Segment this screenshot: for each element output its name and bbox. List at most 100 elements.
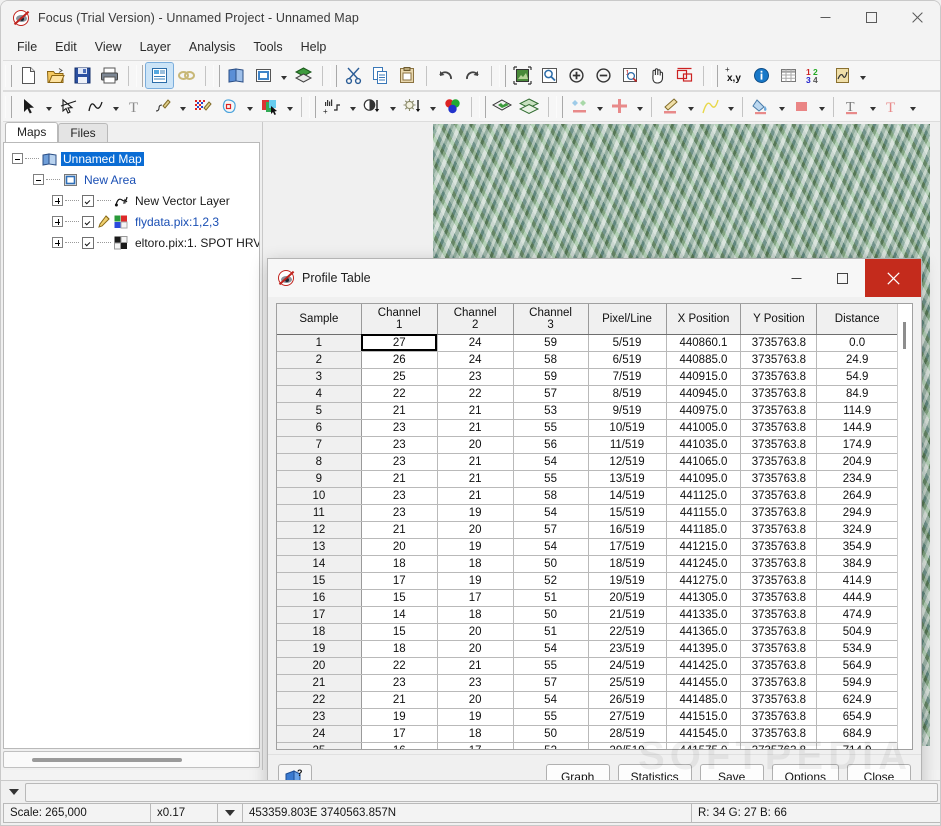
table-cell[interactable]: 3735763.8: [740, 623, 818, 641]
layers-icon[interactable]: [290, 63, 317, 88]
table-cell[interactable]: 21: [437, 470, 514, 488]
table-cell[interactable]: 25: [361, 368, 438, 386]
table-cell[interactable]: 234.9: [816, 470, 897, 488]
table-cell[interactable]: 12/519: [588, 453, 667, 471]
table-cell[interactable]: 384.9: [816, 555, 897, 573]
table-cell[interactable]: 21: [361, 402, 438, 420]
table-cell[interactable]: 21: [437, 487, 514, 505]
table-cell[interactable]: 16: [361, 742, 438, 749]
table-cell[interactable]: 324.9: [816, 521, 897, 539]
table-cell[interactable]: 440860.1: [666, 334, 742, 352]
table-cell[interactable]: 441575.0: [666, 742, 742, 749]
dialog-close-button[interactable]: [865, 259, 921, 297]
table-cell[interactable]: 23: [361, 453, 438, 471]
select-arrow-icon[interactable]: [15, 94, 42, 119]
table-cell[interactable]: 3735763.8: [740, 436, 818, 454]
table-row-header[interactable]: 18: [277, 623, 362, 641]
toolbar-grip[interactable]: [499, 64, 506, 87]
cut-icon[interactable]: [340, 63, 367, 88]
shape-select-icon[interactable]: [216, 94, 243, 119]
vertex-edit-icon[interactable]: [55, 94, 82, 119]
profile-table[interactable]: Sample Channel 1 Channel 2 Channel 3 Pix…: [277, 304, 897, 749]
map-vertical-scrollbar[interactable]: [930, 122, 940, 770]
table-row-header[interactable]: 19: [277, 640, 362, 658]
toolbar-grip[interactable]: [556, 95, 563, 118]
table-row-header[interactable]: 10: [277, 487, 362, 505]
maximize-button[interactable]: [848, 1, 894, 34]
table-cell[interactable]: 26/519: [588, 691, 667, 709]
table-cell[interactable]: 441005.0: [666, 419, 742, 437]
table-row-header[interactable]: 16: [277, 589, 362, 607]
link-icon[interactable]: [173, 63, 200, 88]
table-cell[interactable]: 20: [437, 640, 514, 658]
layer-visibility-checkbox[interactable]: [82, 215, 94, 228]
table-cell[interactable]: 114.9: [816, 402, 897, 420]
polyline-dropdown-arrow[interactable]: [109, 94, 122, 119]
table-cell[interactable]: 21: [437, 402, 514, 420]
scrollbar-thumb[interactable]: [903, 322, 906, 349]
histogram-dropdown-arrow[interactable]: [346, 94, 359, 119]
table-cell[interactable]: 3735763.8: [740, 504, 818, 522]
table-cell[interactable]: 440975.0: [666, 402, 742, 420]
table-cell[interactable]: 20: [437, 436, 514, 454]
status-zoom[interactable]: x0.17: [150, 803, 218, 823]
table-cell[interactable]: 441275.0: [666, 572, 742, 590]
table-cell[interactable]: 54.9: [816, 368, 897, 386]
table-cell[interactable]: 53: [513, 402, 589, 420]
table-cell[interactable]: 21: [361, 691, 438, 709]
symbol-style-dropdown-arrow[interactable]: [593, 94, 606, 119]
table-cell[interactable]: 16/519: [588, 521, 667, 539]
zoom-1to1-icon[interactable]: 1: [617, 63, 644, 88]
table-cell[interactable]: 29/519: [588, 742, 667, 749]
table-row[interactable]: 13 20 19 54 17/519 441215.0 3735763.8 354.9: [277, 538, 897, 556]
table-cell[interactable]: 414.9: [816, 572, 897, 590]
table-cell[interactable]: 441155.0: [666, 504, 742, 522]
table-row-header[interactable]: 8: [277, 453, 362, 471]
table-cell[interactable]: 21: [361, 470, 438, 488]
line-style-dropdown-arrow[interactable]: [684, 94, 697, 119]
table-cell[interactable]: 19: [437, 538, 514, 556]
table-row[interactable]: 19 18 20 54 23/519 441395.0 3735763.8 534.9: [277, 640, 897, 658]
column-header-pixel-line[interactable]: Pixel/Line: [588, 304, 667, 335]
table-cell[interactable]: 19: [361, 708, 438, 726]
table-cell[interactable]: 441305.0: [666, 589, 742, 607]
column-header-distance[interactable]: Distance: [816, 304, 897, 335]
toolbar-grip[interactable]: [711, 64, 718, 87]
layer-select-dropdown-arrow[interactable]: [283, 94, 296, 119]
table-cell[interactable]: 564.9: [816, 657, 897, 675]
table-cell[interactable]: 5/519: [588, 334, 667, 352]
table-cell[interactable]: 22: [361, 385, 438, 403]
histogram-icon[interactable]: +: [319, 94, 346, 119]
toolbar-grip[interactable]: [136, 64, 143, 87]
contrast-icon[interactable]: [359, 94, 386, 119]
table-cell[interactable]: 10/519: [588, 419, 667, 437]
open-folder-icon[interactable]: [42, 63, 69, 88]
table-cell[interactable]: 3735763.8: [740, 351, 818, 369]
curve-style-dropdown-arrow[interactable]: [724, 94, 737, 119]
table-cell[interactable]: 20/519: [588, 589, 667, 607]
table-cell[interactable]: 684.9: [816, 725, 897, 743]
brightness-dropdown-arrow[interactable]: [426, 94, 439, 119]
table-cell[interactable]: 28/519: [588, 725, 667, 743]
layer-select-icon[interactable]: [256, 94, 283, 119]
table-row-header[interactable]: 24: [277, 725, 362, 743]
table-row[interactable]: 24 17 18 50 28/519 441545.0 3735763.8 684.9: [277, 725, 897, 743]
menu-file[interactable]: File: [8, 37, 46, 57]
save-icon[interactable]: [69, 63, 96, 88]
table-row-header[interactable]: 20: [277, 657, 362, 675]
fit-window-icon[interactable]: [509, 63, 536, 88]
table-row-header[interactable]: 25: [277, 742, 362, 749]
table-cell[interactable]: 441365.0: [666, 623, 742, 641]
table-cell[interactable]: 714.9: [816, 742, 897, 749]
table-cell[interactable]: 22: [361, 657, 438, 675]
table-cell[interactable]: 654.9: [816, 708, 897, 726]
table-cell-selected[interactable]: 27: [361, 334, 438, 352]
dialog-minimize-button[interactable]: [773, 259, 819, 297]
column-header-channel-2[interactable]: Channel 2: [437, 304, 514, 335]
table-row-header[interactable]: 3: [277, 368, 362, 386]
table-cell[interactable]: 3735763.8: [740, 606, 818, 624]
table-cell[interactable]: 534.9: [816, 640, 897, 658]
table-cell[interactable]: 3735763.8: [740, 487, 818, 505]
table-cell[interactable]: 441245.0: [666, 555, 742, 573]
table-cell[interactable]: 21/519: [588, 606, 667, 624]
